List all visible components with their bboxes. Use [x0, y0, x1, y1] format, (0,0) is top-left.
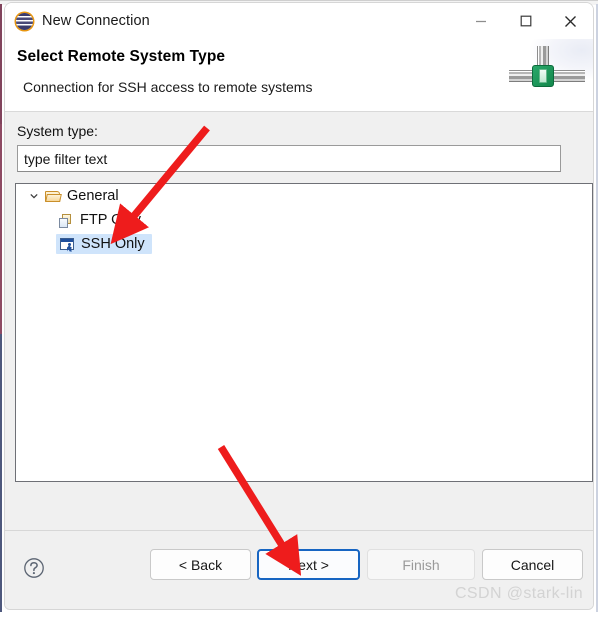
page-title: Select Remote System Type [17, 48, 226, 65]
new-connection-dialog: New Connection Select Remote System Type… [4, 2, 594, 610]
maximize-icon[interactable] [503, 4, 548, 38]
background-left-edge [0, 4, 2, 612]
ftp-connection-icon [58, 213, 75, 228]
eclipse-logo-icon [16, 12, 33, 30]
folder-open-icon [45, 189, 62, 204]
network-node-icon [532, 65, 554, 87]
tree-item-label: General [67, 188, 119, 204]
tree-item-general[interactable]: General [16, 184, 592, 208]
window-controls [458, 3, 593, 39]
chevron-down-icon[interactable] [27, 189, 41, 203]
filter-input[interactable] [17, 145, 561, 172]
help-question-icon[interactable] [23, 557, 45, 579]
tree-item-ftp-only[interactable]: FTP Only [16, 208, 592, 232]
tree-item-general-content[interactable]: General [43, 187, 125, 205]
tree-item-label: FTP Only [80, 212, 141, 228]
cancel-button[interactable]: Cancel [482, 549, 583, 580]
window-title: New Connection [42, 13, 150, 29]
wizard-banner: Select Remote System Type Connection for… [5, 39, 593, 112]
ssh-connection-icon [59, 237, 76, 252]
title-bar: New Connection [5, 3, 593, 39]
dialog-body: System type: General [5, 112, 593, 530]
back-button[interactable]: < Back [150, 549, 251, 580]
system-type-label: System type: [17, 123, 98, 139]
finish-button: Finish [367, 549, 475, 580]
tree-item-ssh-only-content[interactable]: SSH Only [56, 234, 152, 254]
minimize-icon[interactable] [458, 4, 503, 38]
system-type-tree[interactable]: General FTP Only SSH Only [15, 183, 593, 482]
close-icon[interactable] [548, 4, 593, 38]
tree-item-ftp-only-content[interactable]: FTP Only [56, 211, 147, 229]
tree-item-label: SSH Only [81, 236, 145, 252]
next-button[interactable]: Next > [257, 549, 360, 580]
network-connection-graphic [499, 39, 593, 111]
dialog-footer: < Back Next > Finish Cancel CSDN @stark-… [5, 530, 593, 609]
page-subtitle: Connection for SSH access to remote syst… [23, 79, 313, 95]
watermark-text: CSDN @stark-lin [454, 585, 583, 602]
tree-item-ssh-only[interactable]: SSH Only [16, 232, 592, 256]
app-window: New Connection Select Remote System Type… [0, 0, 598, 617]
